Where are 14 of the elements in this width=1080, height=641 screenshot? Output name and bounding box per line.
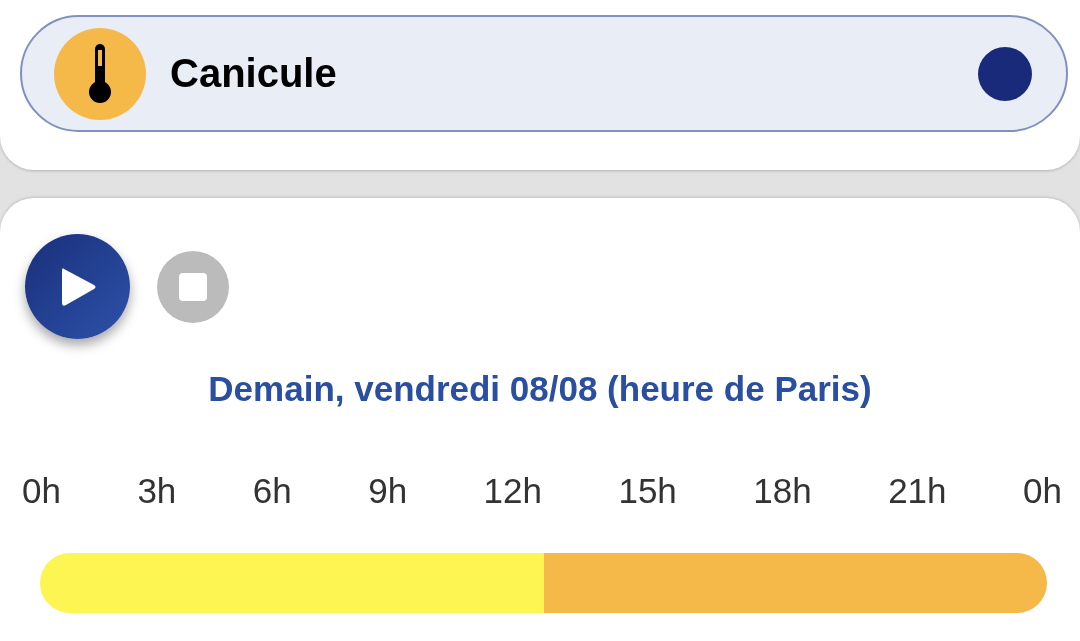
hour-label: 0h: [1023, 471, 1062, 511]
alert-label: Canicule: [170, 51, 338, 96]
hour-label: 18h: [753, 471, 812, 511]
hour-label: 0h: [22, 471, 61, 511]
hour-label: 15h: [618, 471, 677, 511]
hour-label: 3h: [137, 471, 177, 511]
hour-label: 12h: [483, 471, 542, 511]
hour-label: 21h: [888, 471, 947, 511]
play-button[interactable]: [25, 234, 130, 339]
alert-item[interactable]: Canicule: [20, 15, 1068, 132]
stop-icon: [178, 271, 208, 302]
hour-label: 6h: [252, 471, 292, 511]
hour-label: 9h: [368, 471, 408, 511]
date-title: Demain, vendredi 08/08 (heure de Paris): [208, 369, 872, 409]
